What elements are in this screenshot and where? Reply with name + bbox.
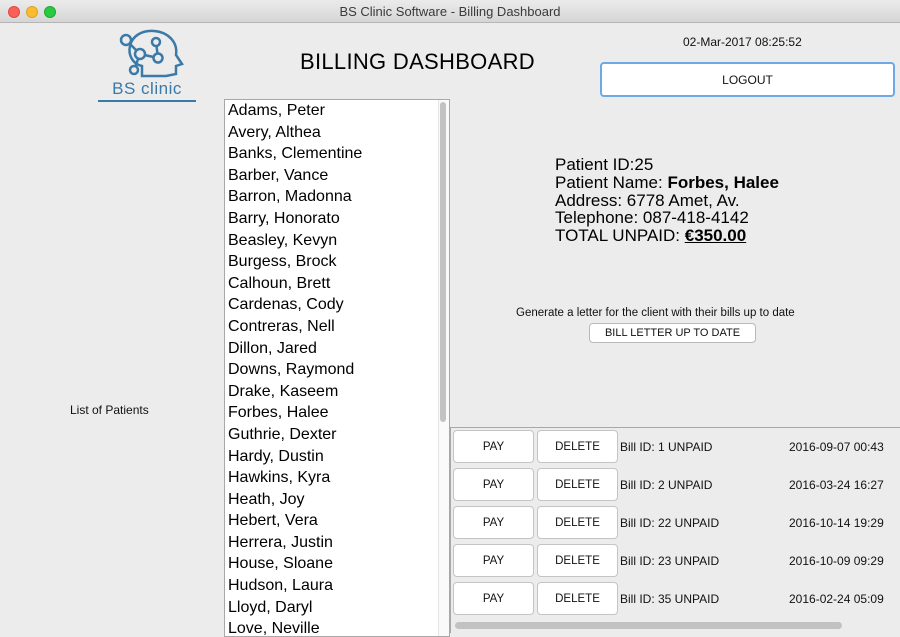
total-unpaid-line: TOTAL UNPAID: €350.00	[555, 227, 779, 245]
patient-list-item[interactable]: Cardenas, Cody	[225, 294, 449, 316]
pay-button[interactable]: PAY	[453, 544, 534, 577]
logo-text: BS clinic	[112, 79, 182, 98]
patient-id-line: Patient ID:25	[555, 156, 779, 174]
patient-list-item[interactable]: Calhoun, Brett	[225, 273, 449, 295]
patient-list-label: List of Patients	[70, 403, 149, 417]
patient-list-item[interactable]: House, Sloane	[225, 553, 449, 575]
patient-list-item[interactable]: Hudson, Laura	[225, 575, 449, 597]
patient-list-item[interactable]: Banks, Clementine	[225, 143, 449, 165]
delete-button[interactable]: DELETE	[537, 468, 618, 501]
bill-id-status: Bill ID: 2 UNPAID	[620, 478, 713, 492]
bill-letter-button[interactable]: BILL LETTER UP TO DATE	[589, 323, 756, 343]
total-unpaid-value: €350.00	[684, 226, 747, 246]
patient-list-scroll-thumb[interactable]	[440, 102, 446, 422]
bill-date: 2016-10-09 09:29	[789, 554, 884, 568]
patient-telephone: Telephone: 087-418-4142	[555, 208, 749, 228]
patient-list-item[interactable]: Forbes, Halee	[225, 402, 449, 424]
patient-id-value: 25	[634, 155, 654, 174]
patient-list-item[interactable]: Dillon, Jared	[225, 338, 449, 360]
patient-list-item[interactable]: Barber, Vance	[225, 165, 449, 187]
patient-name-value: Forbes, Halee	[667, 172, 779, 192]
pay-button[interactable]: PAY	[453, 506, 534, 539]
logout-button[interactable]: LOGOUT	[600, 62, 895, 97]
patient-details: Patient ID:25 Patient Name: Forbes, Hale…	[555, 156, 779, 245]
patient-list-item[interactable]: Hebert, Vera	[225, 510, 449, 532]
bill-row: PAY DELETE Bill ID: 2 UNPAID 2016-03-24 16:…	[451, 468, 900, 502]
patient-list-item[interactable]: Barron, Madonna	[225, 186, 449, 208]
patient-list-item[interactable]: Avery, Althea	[225, 122, 449, 144]
window-titlebar: BS Clinic Software - Billing Dashboard	[0, 0, 900, 23]
patient-list-item[interactable]: Drake, Kaseem	[225, 381, 449, 403]
head-network-icon	[119, 29, 184, 78]
letter-description: Generate a letter for the client with th…	[516, 307, 795, 319]
current-datetime: 02-Mar-2017 08:25:52	[683, 35, 802, 49]
delete-button[interactable]: DELETE	[537, 506, 618, 539]
bill-id-status: Bill ID: 1 UNPAID	[620, 440, 713, 454]
bill-date: 2016-09-07 00:43	[789, 440, 884, 454]
bill-id-status: Bill ID: 35 UNPAID	[620, 592, 720, 606]
pay-button[interactable]: PAY	[453, 582, 534, 615]
logo-underline	[98, 100, 196, 102]
patient-name-line: Patient Name: Forbes, Halee	[555, 172, 779, 192]
bill-date: 2016-03-24 16:27	[789, 478, 884, 492]
patient-list-scrollbar[interactable]	[438, 100, 449, 636]
bill-row: PAY DELETE Bill ID: 23 UNPAID 2016-10-09 09…	[451, 544, 900, 578]
patient-id-label: Patient ID:	[555, 155, 635, 174]
patient-list-item[interactable]: Lloyd, Daryl	[225, 597, 449, 619]
patient-list-item[interactable]: Burgess, Brock	[225, 251, 449, 273]
clinic-logo: BS clinic	[98, 28, 196, 102]
patient-list-item[interactable]: Adams, Peter	[225, 100, 449, 122]
window-title: BS Clinic Software - Billing Dashboard	[339, 4, 561, 19]
delete-button[interactable]: DELETE	[537, 582, 618, 615]
bill-id-status: Bill ID: 22 UNPAID	[620, 516, 720, 530]
patient-list-item[interactable]: Downs, Raymond	[225, 359, 449, 381]
bill-id-status: Bill ID: 23 UNPAID	[620, 554, 720, 568]
bill-date: 2016-10-14 19:29	[789, 516, 884, 530]
patient-address: Address: 6778 Amet, Av.	[555, 190, 740, 210]
patient-list-item[interactable]: Hawkins, Kyra	[225, 467, 449, 489]
bills-horizontal-scrollbar[interactable]	[455, 622, 842, 629]
patient-list-item[interactable]: Heath, Joy	[225, 489, 449, 511]
delete-button[interactable]: DELETE	[537, 544, 618, 577]
patient-list-item[interactable]: Hardy, Dustin	[225, 446, 449, 468]
bill-row: PAY DELETE Bill ID: 22 UNPAID 2016-10-14 19…	[451, 506, 900, 540]
bill-row: PAY DELETE Bill ID: 35 UNPAID 2016-02-24 05…	[451, 582, 900, 616]
patient-list-item[interactable]: Love, Neville	[225, 618, 449, 636]
pay-button[interactable]: PAY	[453, 430, 534, 463]
patient-list-item[interactable]: Guthrie, Dexter	[225, 424, 449, 446]
patient-list[interactable]: Adams, Peter Avery, Althea Banks, Clementi…	[224, 99, 450, 637]
bill-date: 2016-02-24 05:09	[789, 592, 884, 606]
delete-button[interactable]: DELETE	[537, 430, 618, 463]
bill-row: PAY DELETE Bill ID: 1 UNPAID 2016-09-07 00:…	[451, 430, 900, 464]
page-title: BILLING DASHBOARD	[300, 49, 535, 74]
bills-list: PAY DELETE Bill ID: 1 UNPAID 2016-09-07 00:…	[450, 427, 900, 633]
total-unpaid-label: TOTAL UNPAID:	[555, 226, 685, 246]
patient-list-item[interactable]: Herrera, Justin	[225, 532, 449, 554]
pay-button[interactable]: PAY	[453, 468, 534, 501]
patient-list-item[interactable]: Barry, Honorato	[225, 208, 449, 230]
patient-name-label: Patient Name:	[555, 172, 668, 192]
patient-list-item[interactable]: Contreras, Nell	[225, 316, 449, 338]
billing-dashboard: BS clinic BILLING DASHBOARD 02-Mar-2017 …	[0, 23, 900, 637]
patient-list-item[interactable]: Beasley, Kevyn	[225, 230, 449, 252]
